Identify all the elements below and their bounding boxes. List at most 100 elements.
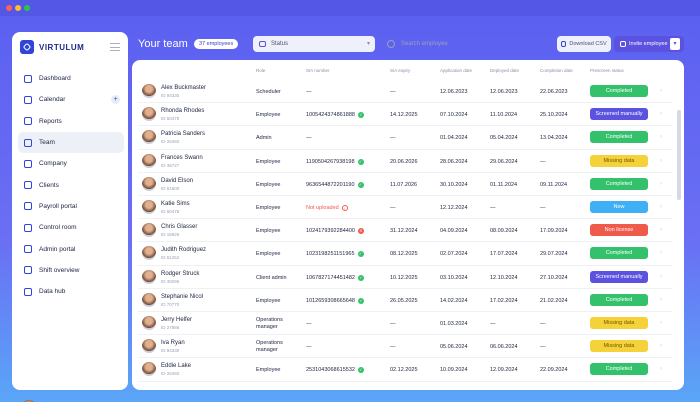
table-scrollbar[interactable]	[677, 110, 681, 200]
employee-name[interactable]: David Elson	[161, 178, 193, 184]
employee-avatar	[142, 107, 156, 122]
chevron-right-icon[interactable]: ›	[660, 297, 662, 303]
check-icon: ✓	[357, 251, 364, 258]
sia-expiry: —	[390, 321, 396, 327]
maximize-window-icon[interactable]	[24, 5, 30, 11]
table-row[interactable]: Stephanie Nicol ID 70770 Employee 101265930…	[138, 289, 672, 312]
calendar-filter-icon	[259, 41, 266, 47]
table-row[interactable]: Alex Buckmaster ID 94330 Scheduler — — 12.06.…	[138, 80, 672, 104]
check-icon: ✓	[357, 158, 364, 165]
employee-avatar	[142, 130, 156, 145]
chevron-right-icon[interactable]: ›	[660, 250, 662, 256]
status-filter-select[interactable]: Status ▾	[253, 36, 375, 52]
sidebar-item-team[interactable]: Team	[18, 131, 124, 154]
table-row[interactable]: Eddie Lake ID 26492 Employee 25310430686155…	[138, 358, 672, 382]
search-input[interactable]: Search employee	[382, 36, 552, 52]
table-row[interactable]: Iva Ryan ID 94330 Operations manager — — 05.0…	[138, 335, 672, 359]
sidebar-item-label: Payroll portal	[39, 202, 77, 210]
sidebar: VIRTULUM Dashboard Calendar + Reports Team Co…	[12, 32, 128, 402]
employee-name[interactable]: Chris Glasser	[161, 224, 197, 230]
chevron-right-icon[interactable]: ›	[660, 204, 662, 210]
sia-expiry: —	[390, 135, 396, 142]
employee-name[interactable]: Iva Ryan	[161, 340, 185, 346]
employee-id: ID 60478	[161, 209, 180, 214]
chevron-right-icon[interactable]: ›	[660, 158, 662, 164]
invite-dropdown-chevron-icon[interactable]: ▾	[670, 38, 680, 50]
column-header: Deployed date	[490, 68, 520, 73]
prescreen-status-badge[interactable]: Missing data	[590, 317, 648, 329]
chevron-right-icon[interactable]: ›	[660, 274, 662, 280]
sidebar-item-reports[interactable]: Reports	[18, 111, 124, 132]
prescreen-status-badge[interactable]: Completed	[590, 293, 648, 306]
table-row[interactable]: Rodger Struck ID 38296 Client admin 1067827…	[138, 266, 672, 289]
sia-number-value: —	[306, 321, 312, 327]
minimize-window-icon[interactable]	[15, 5, 21, 11]
prescreen-status-badge[interactable]: Completed	[590, 131, 648, 144]
employee-name[interactable]: Eddie Lake	[161, 363, 191, 369]
download-csv-button[interactable]: Download CSV	[557, 36, 611, 52]
prescreen-status-badge[interactable]: Missing data	[590, 340, 648, 353]
employee-id: ID 70770	[161, 301, 180, 307]
sidebar-item-dashboard[interactable]: Dashboard	[18, 68, 124, 89]
table-row[interactable]: Rhonda Rhodes ID 60478 Employee 10054243748…	[138, 103, 672, 127]
prescreen-status-badge[interactable]: Completed	[590, 247, 648, 260]
table-row[interactable]: Patricia Sanders ID 26492 Admin — — 01.04.202…	[138, 126, 672, 150]
status-filter-label: Status	[271, 41, 289, 47]
employee-name[interactable]: Patricia Sanders	[161, 131, 205, 137]
prescreen-status-badge[interactable]: Completed	[590, 85, 648, 97]
employee-avatar	[142, 246, 156, 261]
employee-name[interactable]: Katie Sims	[161, 201, 190, 207]
control-icon	[24, 223, 32, 232]
chevron-right-icon[interactable]: ›	[660, 181, 662, 187]
sidebar-item-clients[interactable]: Clients	[18, 174, 124, 195]
table-row[interactable]: Katie Sims ID 60478 Employee Not uploaded! —…	[138, 196, 672, 220]
employee-name[interactable]: Stephanie Nicol	[161, 294, 203, 300]
chevron-right-icon[interactable]: ›	[660, 320, 662, 326]
sidebar-item-shift-overview[interactable]: Shift overview	[18, 260, 124, 281]
application-date: 03.10.2024	[440, 274, 468, 281]
table-row[interactable]: Jerry Helfer ID 27886 Operations manager — —…	[138, 312, 672, 336]
table-row[interactable]: Chris Glasser ID 15926 Employee 10241793922…	[138, 219, 672, 243]
table-row[interactable]: Judith Rodriguez ID 61252 Employee 10231982…	[138, 242, 672, 266]
prescreen-status-badge[interactable]: Non license	[590, 224, 648, 237]
prescreen-status-badge[interactable]: Screened manually	[590, 270, 648, 283]
employee-name[interactable]: Frances Swann	[161, 155, 203, 161]
sidebar-item-control-room[interactable]: Control room	[18, 217, 124, 238]
prescreen-status-badge[interactable]: Completed	[590, 177, 648, 190]
sidebar-item-calendar[interactable]: Calendar +	[18, 89, 124, 110]
prescreen-status-badge[interactable]: New	[590, 201, 648, 213]
prescreen-status-badge[interactable]: Missing data	[590, 154, 648, 167]
employee-name[interactable]: Rhonda Rhodes	[161, 108, 204, 114]
sia-number-value: 1012659308665648	[306, 297, 355, 304]
table-row[interactable]: Frances Swann ID 36727 Employee 11905042679…	[138, 150, 672, 173]
sidebar-item-payroll-portal[interactable]: Payroll portal	[18, 196, 124, 217]
sidebar-item-admin-portal[interactable]: Admin portal	[18, 238, 124, 259]
chevron-right-icon[interactable]: ›	[660, 134, 662, 140]
employee-name[interactable]: Alex Buckmaster	[161, 85, 206, 91]
chevron-right-icon[interactable]: ›	[660, 227, 662, 233]
chevron-right-icon[interactable]: ›	[660, 88, 662, 94]
sia-expiry: —	[390, 205, 396, 211]
sidebar-item-company[interactable]: Company	[18, 153, 124, 174]
employee-name[interactable]: Judith Rodriguez	[161, 247, 206, 253]
prescreen-status-badge[interactable]: Screened manually	[590, 108, 648, 121]
table-row[interactable]: David Elson ID 61600 Employee 9636544872201…	[138, 173, 672, 196]
sia-number: —	[306, 135, 312, 141]
deployed-date: 12.10.2024	[490, 274, 518, 281]
chevron-right-icon[interactable]: ›	[660, 366, 662, 372]
completion-date: 27.10.2024	[540, 274, 568, 281]
menu-collapse-icon[interactable]	[110, 43, 120, 51]
employee-name[interactable]: Rodger Struck	[161, 271, 199, 277]
deployed-date: 06.06.2024	[490, 344, 518, 351]
employee-name[interactable]: Jerry Helfer	[161, 317, 192, 323]
prescreen-status-badge[interactable]: Completed	[590, 363, 648, 376]
chevron-right-icon[interactable]: ›	[660, 111, 662, 117]
sidebar-item-data-hub[interactable]: Data hub	[18, 281, 124, 302]
grid-icon	[24, 74, 32, 83]
invite-employee-button[interactable]: Invite employee ▾	[614, 36, 684, 52]
add-calendar-icon[interactable]: +	[111, 95, 120, 105]
close-window-icon[interactable]	[6, 5, 12, 11]
search-placeholder: Search employee	[401, 41, 448, 47]
brand-logo[interactable]: VIRTULUM	[20, 40, 84, 54]
chevron-right-icon[interactable]: ›	[660, 343, 662, 349]
